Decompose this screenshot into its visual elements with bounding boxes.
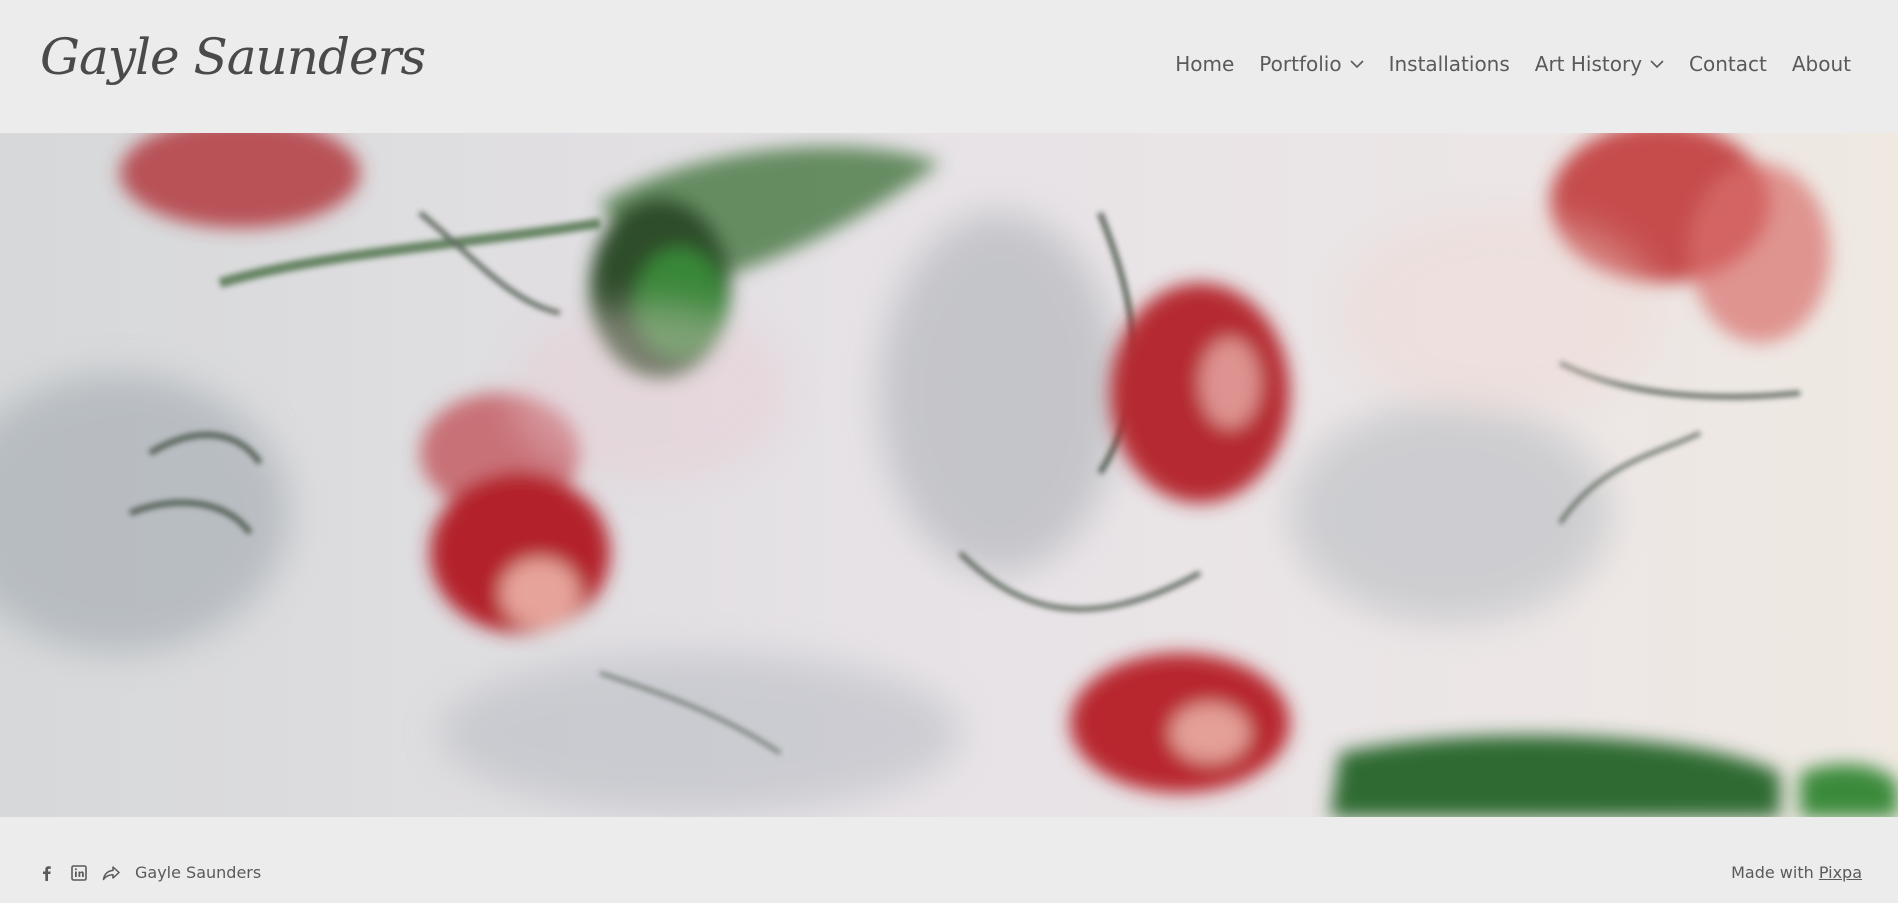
site-header: Gayle Saunders Home Portfolio Installati… — [0, 0, 1898, 133]
site-logo[interactable]: Gayle Saunders — [40, 28, 426, 86]
nav-item-label: About — [1791, 52, 1851, 76]
site-footer — [0, 817, 1898, 903]
nav-item-label: Installations — [1388, 52, 1510, 76]
pixpa-link[interactable]: Pixpa — [1819, 863, 1862, 882]
nav-item-label: Art History — [1534, 52, 1643, 76]
nav-item-art-history[interactable]: Art History — [1535, 52, 1664, 76]
nav-item-portfolio[interactable]: Portfolio — [1259, 52, 1364, 76]
linkedin-icon[interactable] — [70, 864, 88, 882]
nav-item-contact[interactable]: Contact — [1689, 52, 1767, 76]
social-links — [38, 864, 120, 882]
hero-photo-icon — [0, 133, 1898, 817]
chevron-down-icon — [1650, 59, 1664, 68]
nav-item-label: Portfolio — [1259, 52, 1342, 76]
facebook-icon[interactable] — [38, 864, 56, 882]
nav-item-installations[interactable]: Installations — [1389, 52, 1510, 76]
nav-item-label: Home — [1175, 52, 1235, 76]
main-nav: Home Portfolio Installations Art History… — [1175, 52, 1851, 76]
nav-item-about[interactable]: About — [1792, 52, 1851, 76]
made-with-text: Made with — [1731, 863, 1814, 882]
share-icon[interactable] — [102, 864, 120, 882]
chevron-down-icon — [1350, 59, 1364, 68]
hero-image — [0, 133, 1898, 817]
nav-item-home[interactable]: Home — [1175, 52, 1234, 76]
nav-item-label: Contact — [1689, 52, 1767, 76]
made-with-credit: Made with Pixpa — [1731, 863, 1862, 882]
footer-site-name: Gayle Saunders — [135, 863, 262, 882]
